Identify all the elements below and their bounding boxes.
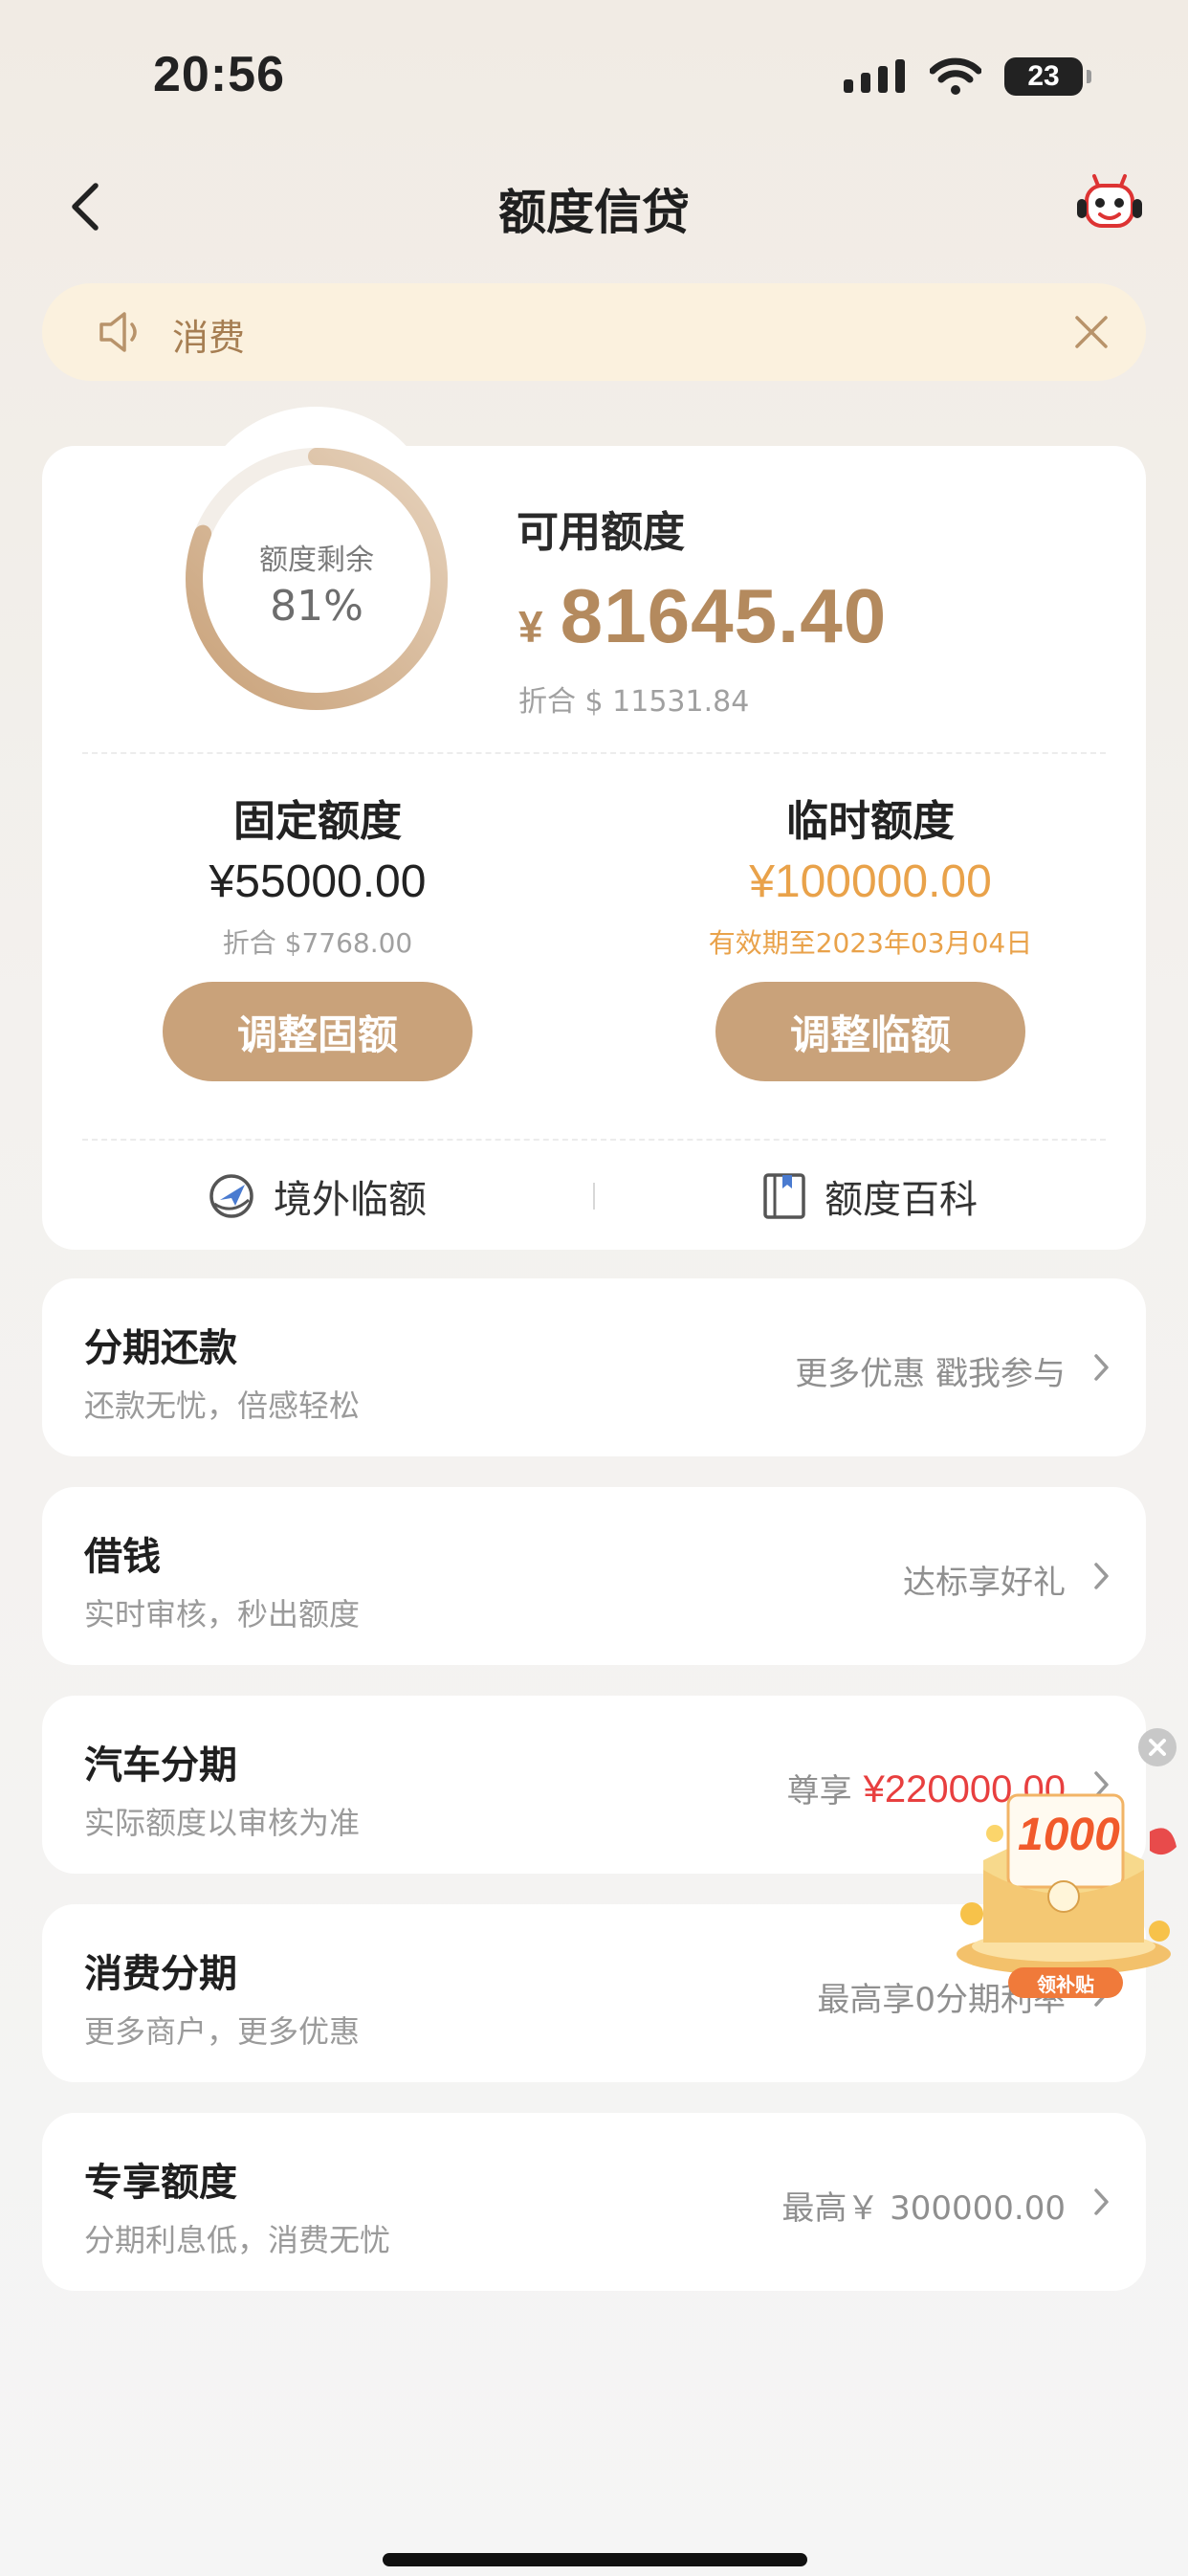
service-subtitle: 更多商户，更多优惠	[84, 2013, 361, 2050]
ring-chart	[186, 448, 448, 710]
service-promo-text: 达标享好礼	[903, 1564, 1066, 1602]
subsidy-promo-widget[interactable]: 1000 领补贴	[949, 1726, 1188, 2004]
service-title: 分期还款	[84, 1326, 237, 1370]
service-subtitle: 实时审核，秒出额度	[84, 1596, 361, 1632]
plane-globe-icon	[209, 1174, 253, 1218]
divider	[82, 752, 1106, 754]
service-exclusive-quota[interactable]: 专享额度 分期利息低，消费无忧 最高￥ 300000.00	[42, 2113, 1146, 2291]
promo-close-button[interactable]	[1138, 1728, 1177, 1766]
ring-percent: 81%	[270, 582, 363, 631]
red-envelope-icon	[957, 1793, 1177, 1975]
available-credit-conversion: 折合 $ 11531.84	[518, 685, 750, 719]
status-icons: 23	[844, 57, 1091, 96]
close-icon	[1149, 1739, 1166, 1756]
page-title: 额度信贷	[498, 185, 690, 240]
wifi-icon	[930, 57, 981, 95]
fixed-quota-title: 固定额度	[233, 797, 402, 846]
service-subtitle: 还款无忧，倍感轻松	[84, 1388, 361, 1424]
service-title: 借钱	[84, 1535, 161, 1579]
status-time: 20:56	[153, 47, 285, 102]
temporary-quota-validity: 有效期至2023年03月04日	[708, 927, 1033, 959]
service-promo-prefix: 尊享	[786, 1772, 852, 1810]
service-subtitle: 分期利息低，消费无忧	[84, 2222, 391, 2258]
speaker-icon	[99, 312, 137, 352]
book-icon	[763, 1173, 805, 1219]
fixed-quota-amount: ¥55000.00	[209, 856, 427, 907]
battery-icon: 23	[1004, 57, 1091, 96]
available-amount-value: 81645.40	[560, 573, 888, 658]
chevron-right-icon	[1094, 2188, 1109, 2215]
divider	[82, 1139, 1106, 1141]
link-separator	[593, 1183, 595, 1210]
currency-symbol: ¥	[518, 602, 543, 652]
service-borrow-money[interactable]: 借钱 实时审核，秒出额度 达标享好礼	[42, 1487, 1146, 1665]
customer-service-icon[interactable]	[1071, 172, 1148, 239]
fixed-quota-conversion: 折合 $7768.00	[222, 927, 413, 959]
service-promo-text: 更多优惠 戳我参与	[795, 1355, 1066, 1393]
temporary-quota: 临时额度 ¥100000.00 有效期至2023年03月04日 调整临额	[670, 787, 1071, 1081]
service-title: 汽车分期	[84, 1743, 237, 1788]
credit-remaining-ring: 额度剩余 81%	[182, 444, 451, 714]
cellular-signal-icon	[844, 59, 905, 93]
chevron-right-icon	[1094, 1354, 1109, 1381]
credit-wiki-link[interactable]: 额度百科	[761, 1167, 978, 1225]
close-icon[interactable]	[1071, 312, 1111, 352]
home-indicator[interactable]	[383, 2553, 807, 2566]
service-subtitle: 实际额度以审核为准	[84, 1805, 361, 1841]
service-installment-repayment[interactable]: 分期还款 还款无忧，倍感轻松 更多优惠 戳我参与	[42, 1278, 1146, 1456]
notice-bar[interactable]: 消费	[42, 283, 1146, 381]
overseas-temp-quota-label: 境外临额	[274, 1178, 427, 1222]
available-credit-label: 可用额度	[517, 508, 685, 557]
adjust-temporary-quota-button[interactable]: 调整临额	[715, 982, 1025, 1081]
status-bar: 20:56 23	[0, 0, 1188, 144]
fixed-quota: 固定额度 ¥55000.00 折合 $7768.00 调整固额	[117, 787, 518, 1081]
temporary-quota-amount: ¥100000.00	[749, 856, 992, 907]
promo-label: 领补贴	[1008, 1967, 1123, 1998]
credit-wiki-label: 额度百科	[825, 1178, 978, 1222]
available-credit-amount: ¥81645.40	[518, 572, 887, 660]
service-title: 专享额度	[84, 2161, 237, 2205]
nav-bar: 额度信贷	[0, 163, 1188, 249]
chevron-right-icon	[1094, 1563, 1109, 1589]
temporary-quota-title: 临时额度	[786, 797, 955, 846]
adjust-fixed-quota-button[interactable]: 调整固额	[163, 982, 473, 1081]
ring-label: 额度剩余	[259, 544, 374, 577]
notice-text: 消费	[172, 317, 246, 359]
service-title: 消费分期	[84, 1952, 237, 1996]
overseas-temp-quota-link[interactable]: 境外临额	[207, 1167, 427, 1225]
service-promo-text: 最高￥ 300000.00	[781, 2189, 1066, 2228]
promo-amount: 1000	[1018, 1810, 1120, 1860]
